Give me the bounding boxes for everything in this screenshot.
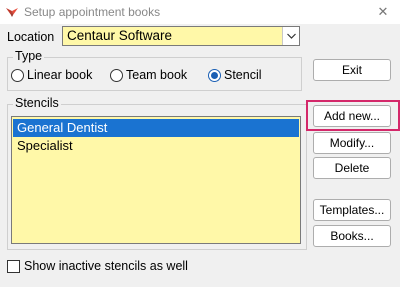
dropdown-button[interactable] [282, 27, 299, 45]
templates-button[interactable]: Templates... [313, 199, 391, 221]
location-label: Location [7, 30, 55, 44]
add-new-button[interactable]: Add new... [313, 105, 391, 127]
list-item-specialist[interactable]: Specialist [13, 137, 299, 155]
type-group-title: Type [13, 49, 45, 63]
radio-linear-book[interactable]: Linear book [11, 68, 92, 82]
chevron-down-icon [287, 33, 296, 39]
stencils-list[interactable]: General Dentist Specialist [11, 116, 301, 244]
stencils-group-title: Stencils [13, 96, 61, 110]
radio-team-book[interactable]: Team book [110, 68, 187, 82]
radio-button-icon [11, 68, 24, 82]
radio-team-book-label: Team book [126, 68, 188, 82]
list-item-general-dentist[interactable]: General Dentist [13, 119, 299, 137]
radio-button-checked-icon [208, 68, 221, 82]
close-icon[interactable]: ✕ [374, 3, 392, 21]
location-value: Centaur Software [67, 28, 173, 43]
show-inactive-label: Show inactive stencils as well [24, 259, 188, 273]
radio-button-icon [110, 68, 123, 82]
show-inactive-checkbox-row[interactable]: Show inactive stencils as well [7, 259, 188, 273]
show-inactive-checkbox[interactable] [7, 259, 20, 273]
modify-button[interactable]: Modify... [313, 132, 391, 154]
location-combobox[interactable]: Centaur Software [62, 26, 300, 46]
title-bar: Setup appointment books ✕ [0, 0, 400, 24]
window-title: Setup appointment books [24, 5, 161, 19]
books-button[interactable]: Books... [313, 225, 391, 247]
delete-button[interactable]: Delete [313, 157, 391, 179]
exit-button[interactable]: Exit [313, 59, 391, 81]
radio-stencil-label: Stencil [224, 68, 262, 82]
app-logo-icon [6, 8, 18, 17]
radio-stencil[interactable]: Stencil [208, 68, 262, 82]
radio-linear-book-label: Linear book [27, 68, 93, 82]
